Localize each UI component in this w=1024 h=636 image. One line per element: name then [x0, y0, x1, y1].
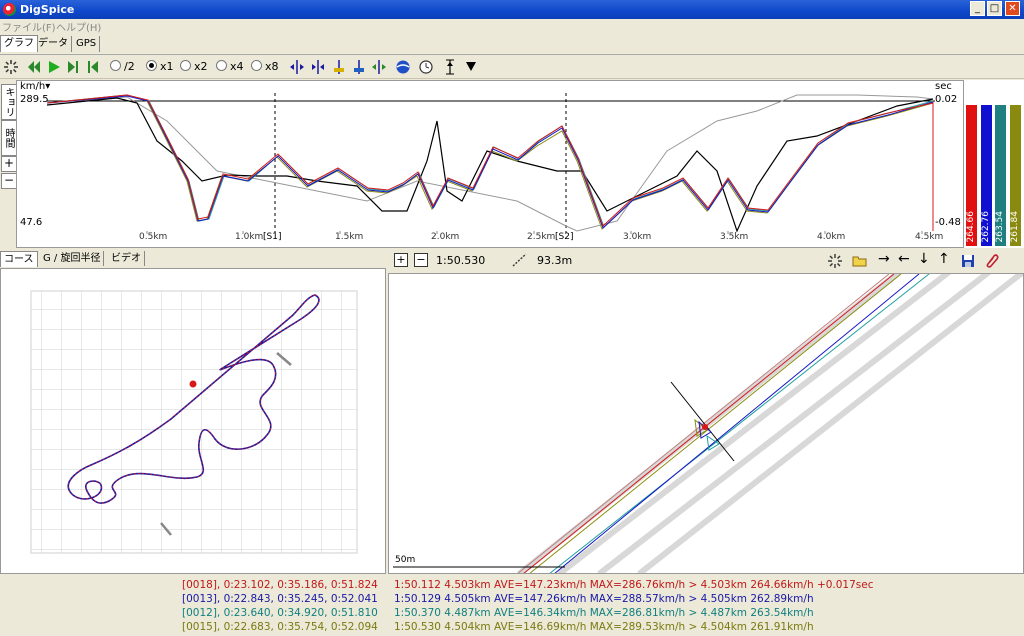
x-tick-label: 4.0km: [817, 232, 846, 242]
globe-icon[interactable]: [396, 60, 410, 74]
dropdown-triangle-icon[interactable]: [465, 61, 477, 73]
radio-icon: [110, 60, 121, 71]
minimize-button[interactable]: _: [970, 1, 985, 16]
current-position-marker: [189, 380, 197, 388]
max-bar: 262.76: [981, 105, 992, 246]
max-bar: 261.84: [1010, 105, 1021, 246]
play-icon[interactable]: [47, 60, 61, 74]
tab-gps[interactable]: GPS: [73, 36, 101, 52]
lap-summary-row: 1:50.370 4.487km AVE=146.34km/h MAX=286.…: [394, 607, 814, 619]
lap-summary-row: 1:50.129 4.505km AVE=147.26km/h MAX=288.…: [394, 593, 814, 605]
tab-distance[interactable]: キョリ: [1, 84, 17, 120]
arrow-up-icon[interactable]: ↑: [938, 251, 950, 267]
step-forward-icon[interactable]: [66, 60, 80, 74]
scale-label: 50m: [395, 555, 416, 565]
window-title: DigSpice: [20, 3, 75, 16]
speed-x8[interactable]: x8: [251, 58, 279, 76]
speed-graph[interactable]: km/h▾ 289.5 47.6 sec 0.02 -0.48 0.5km 1.…: [16, 80, 964, 248]
title-bar: DigSpice _ □ ✕: [0, 0, 1024, 19]
menu-file[interactable]: ファイル(F): [2, 19, 56, 34]
zoom-out-button[interactable]: −: [414, 253, 428, 267]
max-bar: 263.54: [995, 105, 1006, 246]
zoom-view[interactable]: 50m: [388, 273, 1024, 574]
attach-icon[interactable]: [984, 253, 1000, 269]
rewind-icon[interactable]: [27, 60, 41, 74]
speed-x2[interactable]: x2: [180, 58, 208, 76]
max-bar: 264.66: [966, 105, 977, 246]
measure-icon[interactable]: [512, 253, 528, 267]
open-folder-icon[interactable]: [852, 254, 868, 268]
x-tick-label: 3.0km: [623, 232, 652, 242]
maximize-button[interactable]: □: [987, 1, 1002, 16]
course-tabs: コース G / 旋回半径 ビデオ: [0, 250, 386, 267]
clock-icon[interactable]: [419, 60, 433, 74]
radio-checked-icon: [146, 60, 157, 71]
lap-sector-row: [0012], 0:23.640, 0:34.920, 0:51.810: [182, 607, 378, 619]
graph-zoom-in-button[interactable]: +: [1, 156, 17, 172]
x-tick-label: 1.5km: [335, 232, 364, 242]
tab-video[interactable]: ビデオ: [108, 251, 145, 266]
reset-view-icon[interactable]: [828, 254, 842, 268]
measured-distance: 93.3m: [537, 254, 573, 267]
tab-graph[interactable]: グラフ: [0, 35, 38, 52]
graph-zoom-out-button[interactable]: −: [1, 173, 17, 189]
arrow-left-icon[interactable]: ←: [898, 251, 910, 267]
app-icon: [3, 3, 16, 16]
arrow-down-icon[interactable]: ↓: [918, 251, 930, 267]
x-tick-label: 2.0km: [431, 232, 460, 242]
course-map-canvas: [30, 290, 358, 554]
close-button[interactable]: ✕: [1005, 1, 1020, 16]
speed-half[interactable]: /2: [110, 58, 135, 76]
speed-x1[interactable]: x1: [146, 58, 174, 76]
graph-side-tabs: キョリ 時間 + −: [0, 80, 17, 248]
tab-time[interactable]: 時間: [1, 120, 17, 156]
x-tick-label: 3.5km: [720, 232, 749, 242]
radio-icon: [216, 60, 227, 71]
speed-x4[interactable]: x4: [216, 58, 244, 76]
zoom-toolbar: + − 1:50.530 93.3m → ← ↓ ↑: [388, 250, 1024, 272]
align-end-icon[interactable]: [352, 60, 366, 74]
x-tick-label: 0.5km: [139, 232, 168, 242]
center-line-icon[interactable]: [372, 60, 386, 74]
speed-traces: [46, 93, 935, 234]
sector-label: [S1]: [263, 232, 282, 242]
x-tick-label: 2.5km: [527, 232, 556, 242]
tab-course[interactable]: コース: [0, 251, 38, 267]
menu-help[interactable]: ヘルプ(H): [56, 19, 101, 34]
course-map[interactable]: [0, 268, 386, 574]
zoom-in-button[interactable]: +: [394, 253, 408, 267]
arrow-right-icon[interactable]: →: [878, 251, 890, 267]
expand-horizontal-icon[interactable]: [290, 60, 304, 74]
radio-icon: [180, 60, 191, 71]
shrink-horizontal-icon[interactable]: [311, 60, 325, 74]
x-tick-label: 1.0km: [235, 232, 264, 242]
lap-summary-row: 1:50.530 4.504km AVE=146.69km/h MAX=289.…: [394, 621, 814, 633]
lap-summary-list: 1:50.112 4.503km AVE=147.23km/h MAX=286.…: [388, 576, 1024, 636]
lap-sector-row: [0013], 0:22.843, 0:35.245, 0:52.041: [182, 593, 378, 605]
align-start-icon[interactable]: [332, 60, 346, 74]
menu-bar: ファイル(F) ヘルプ(H): [0, 19, 1024, 34]
vertical-range-icon[interactable]: [444, 59, 456, 75]
lap-sectors-list: [0018], 0:23.102, 0:35.186, 0:51.824 [00…: [0, 576, 386, 636]
lap-sector-row: [0015], 0:22.683, 0:35.754, 0:52.094: [182, 621, 378, 633]
playback-toolbar: /2 x1 x2 x4 x8: [0, 56, 1024, 79]
tab-data[interactable]: データ: [35, 36, 72, 52]
sector-label: [S2]: [555, 232, 574, 242]
x-tick-label: 4.5km: [915, 232, 944, 242]
save-icon[interactable]: [961, 254, 975, 268]
lap-sector-row: [0018], 0:23.102, 0:35.186, 0:51.824: [182, 579, 378, 591]
zoom-canvas: [393, 274, 1023, 573]
main-tabs: グラフ データ GPS: [0, 34, 1024, 55]
radio-icon: [251, 60, 262, 71]
reset-icon[interactable]: [4, 60, 18, 74]
step-back-icon[interactable]: [86, 60, 100, 74]
lap-summary-row: 1:50.112 4.503km AVE=147.23km/h MAX=286.…: [394, 579, 874, 591]
max-speed-bars: 264.66 262.76 263.54 261.84: [964, 80, 1024, 248]
tab-g-radius[interactable]: G / 旋回半径: [40, 251, 105, 266]
lap-time: 1:50.530: [436, 254, 486, 267]
